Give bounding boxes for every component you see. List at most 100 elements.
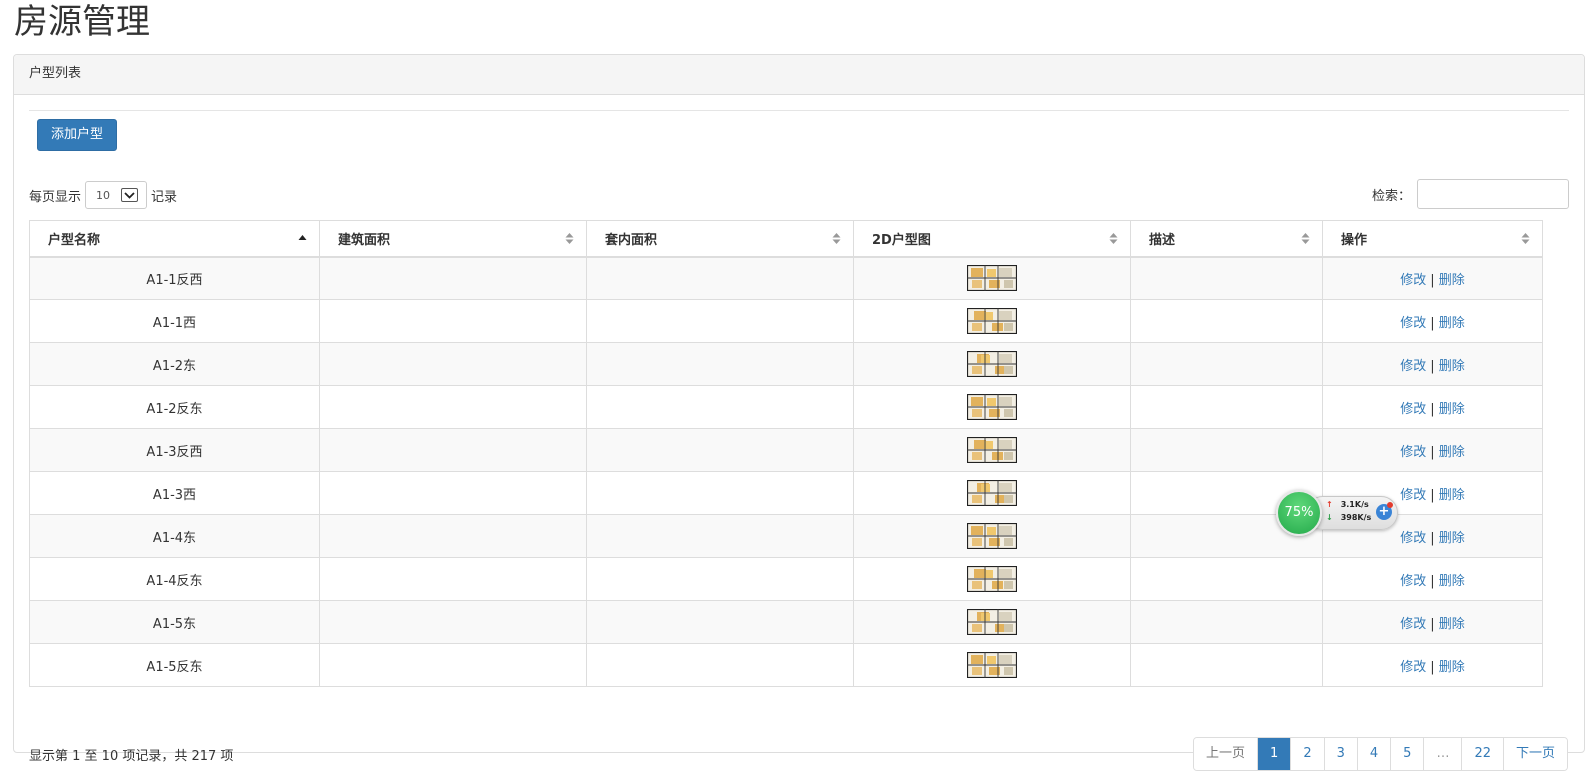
cell-area — [319, 557, 587, 601]
floor-plan-thumbnail[interactable] — [967, 308, 1017, 334]
delete-link[interactable]: 删除 — [1439, 316, 1465, 331]
delete-link[interactable]: 删除 — [1439, 617, 1465, 632]
search-input[interactable] — [1417, 179, 1569, 209]
cell-plan — [853, 643, 1131, 687]
cell-name: A1-5反东 — [29, 643, 320, 687]
cell-inner-area — [586, 514, 854, 558]
edit-link[interactable]: 修改 — [1400, 445, 1426, 460]
cell-inner-area — [586, 299, 854, 343]
cell-desc — [1130, 299, 1323, 343]
cell-actions: 修改 | 删除 — [1322, 299, 1543, 343]
action-separator: | — [1430, 444, 1435, 460]
delete-link[interactable]: 删除 — [1439, 445, 1465, 460]
cell-desc — [1130, 342, 1323, 386]
divider — [29, 110, 1569, 111]
cell-inner-area — [586, 385, 854, 429]
column-header-name[interactable]: 户型名称 — [29, 220, 320, 258]
floor-plan-thumbnail[interactable] — [967, 609, 1017, 635]
floor-plan-thumbnail[interactable] — [967, 265, 1017, 292]
table-row: A1-3反西 修改 | 删除 — [29, 428, 1543, 472]
cell-name: A1-1反西 — [29, 256, 320, 300]
cell-desc — [1130, 428, 1323, 472]
floor-plan-thumbnail[interactable] — [967, 351, 1017, 377]
delete-link[interactable]: 删除 — [1439, 488, 1465, 503]
delete-link[interactable]: 删除 — [1439, 402, 1465, 417]
cell-plan — [853, 299, 1131, 343]
action-separator: | — [1430, 487, 1435, 503]
action-separator: | — [1430, 573, 1435, 589]
edit-link[interactable]: 修改 — [1400, 574, 1426, 589]
floor-plan-thumbnail[interactable] — [967, 652, 1017, 678]
column-header-inner-area[interactable]: 套内面积 — [586, 220, 854, 258]
page-length-control: 每页显示 10 记录 — [29, 180, 177, 210]
delete-link[interactable]: 删除 — [1439, 273, 1465, 288]
pagination-page-1[interactable]: 1 — [1257, 738, 1291, 770]
cell-plan — [853, 256, 1131, 300]
cell-name: A1-3西 — [29, 471, 320, 515]
cell-inner-area — [586, 471, 854, 515]
add-floor-plan-button[interactable]: 添加户型 — [37, 119, 117, 151]
widget-download-value: 398K/s — [1340, 513, 1372, 522]
table-row: A1-4反东 修改 | 删除 — [29, 557, 1543, 601]
floor-plan-thumbnail[interactable] — [967, 437, 1017, 463]
column-header-actions[interactable]: 操作 — [1322, 220, 1543, 258]
edit-link[interactable]: 修改 — [1400, 660, 1426, 675]
edit-link[interactable]: 修改 — [1400, 531, 1426, 546]
widget-upload-value: 3.1K/s — [1340, 500, 1369, 509]
edit-link[interactable]: 修改 — [1400, 617, 1426, 632]
cell-inner-area — [586, 557, 854, 601]
delete-link[interactable]: 删除 — [1439, 574, 1465, 589]
edit-link[interactable]: 修改 — [1400, 273, 1426, 288]
column-header-label: 描述 — [1149, 232, 1176, 248]
delete-link[interactable]: 删除 — [1439, 531, 1465, 546]
page-title: 房源管理 — [14, 2, 150, 42]
edit-link[interactable]: 修改 — [1400, 316, 1426, 331]
cell-name: A1-5东 — [29, 600, 320, 644]
page-length-suffix: 记录 — [151, 189, 178, 205]
network-speed-widget[interactable]: 75% ↑ 3.1K/s ↓ 398K/s + — [1276, 490, 1400, 536]
action-separator: | — [1430, 659, 1435, 675]
page-length-value: 10 — [96, 188, 111, 202]
edit-link[interactable]: 修改 — [1400, 488, 1426, 503]
cell-name: A1-2反东 — [29, 385, 320, 429]
column-header-plan[interactable]: 2D户型图 — [853, 220, 1131, 258]
floor-plan-thumbnail[interactable] — [967, 566, 1017, 592]
page-length-prefix: 每页显示 — [29, 189, 82, 205]
floor-plan-thumbnail[interactable] — [967, 480, 1017, 506]
cell-name: A1-4反东 — [29, 557, 320, 601]
column-header-label: 建筑面积 — [338, 232, 391, 248]
cell-area — [319, 643, 587, 687]
action-separator: | — [1430, 272, 1435, 288]
pagination-page-3[interactable]: 3 — [1323, 738, 1357, 770]
cell-name: A1-4东 — [29, 514, 320, 558]
pagination-page-last[interactable]: 22 — [1461, 738, 1503, 770]
cell-inner-area — [586, 428, 854, 472]
edit-link[interactable]: 修改 — [1400, 402, 1426, 417]
delete-link[interactable]: 删除 — [1439, 660, 1465, 675]
pagination: 上一页 1 2 3 4 5 … 22 下一页 — [1193, 737, 1568, 771]
delete-link[interactable]: 删除 — [1439, 359, 1465, 374]
edit-link[interactable]: 修改 — [1400, 359, 1426, 374]
floor-plan-thumbnail[interactable] — [967, 523, 1017, 549]
floor-plan-panel: 户型列表 添加户型 每页显示 10 记录 检索： 户型名称 建筑面积 套内面积 — [13, 54, 1585, 771]
cell-actions: 修改 | 删除 — [1322, 256, 1543, 300]
cell-plan — [853, 600, 1131, 644]
pagination-page-4[interactable]: 4 — [1356, 738, 1391, 770]
floor-plan-thumbnail[interactable] — [967, 394, 1017, 420]
pagination-page-2[interactable]: 2 — [1290, 738, 1324, 770]
cell-area — [319, 600, 587, 644]
page-length-select[interactable]: 10 — [85, 181, 148, 209]
cell-desc — [1130, 385, 1323, 429]
column-header-area[interactable]: 建筑面积 — [319, 220, 587, 258]
cell-inner-area — [586, 600, 854, 644]
column-header-label: 操作 — [1341, 232, 1368, 248]
column-header-desc[interactable]: 描述 — [1130, 220, 1323, 258]
pagination-prev[interactable]: 上一页 — [1194, 738, 1258, 770]
column-header-label: 2D户型图 — [872, 232, 931, 248]
pagination-next[interactable]: 下一页 — [1502, 738, 1567, 770]
table-row: A1-1反西 修改 | 删除 — [29, 256, 1543, 300]
cell-area — [319, 342, 587, 386]
pagination-page-5[interactable]: 5 — [1390, 738, 1424, 770]
cell-actions: 修改 | 删除 — [1322, 342, 1543, 386]
cell-plan — [853, 428, 1131, 472]
